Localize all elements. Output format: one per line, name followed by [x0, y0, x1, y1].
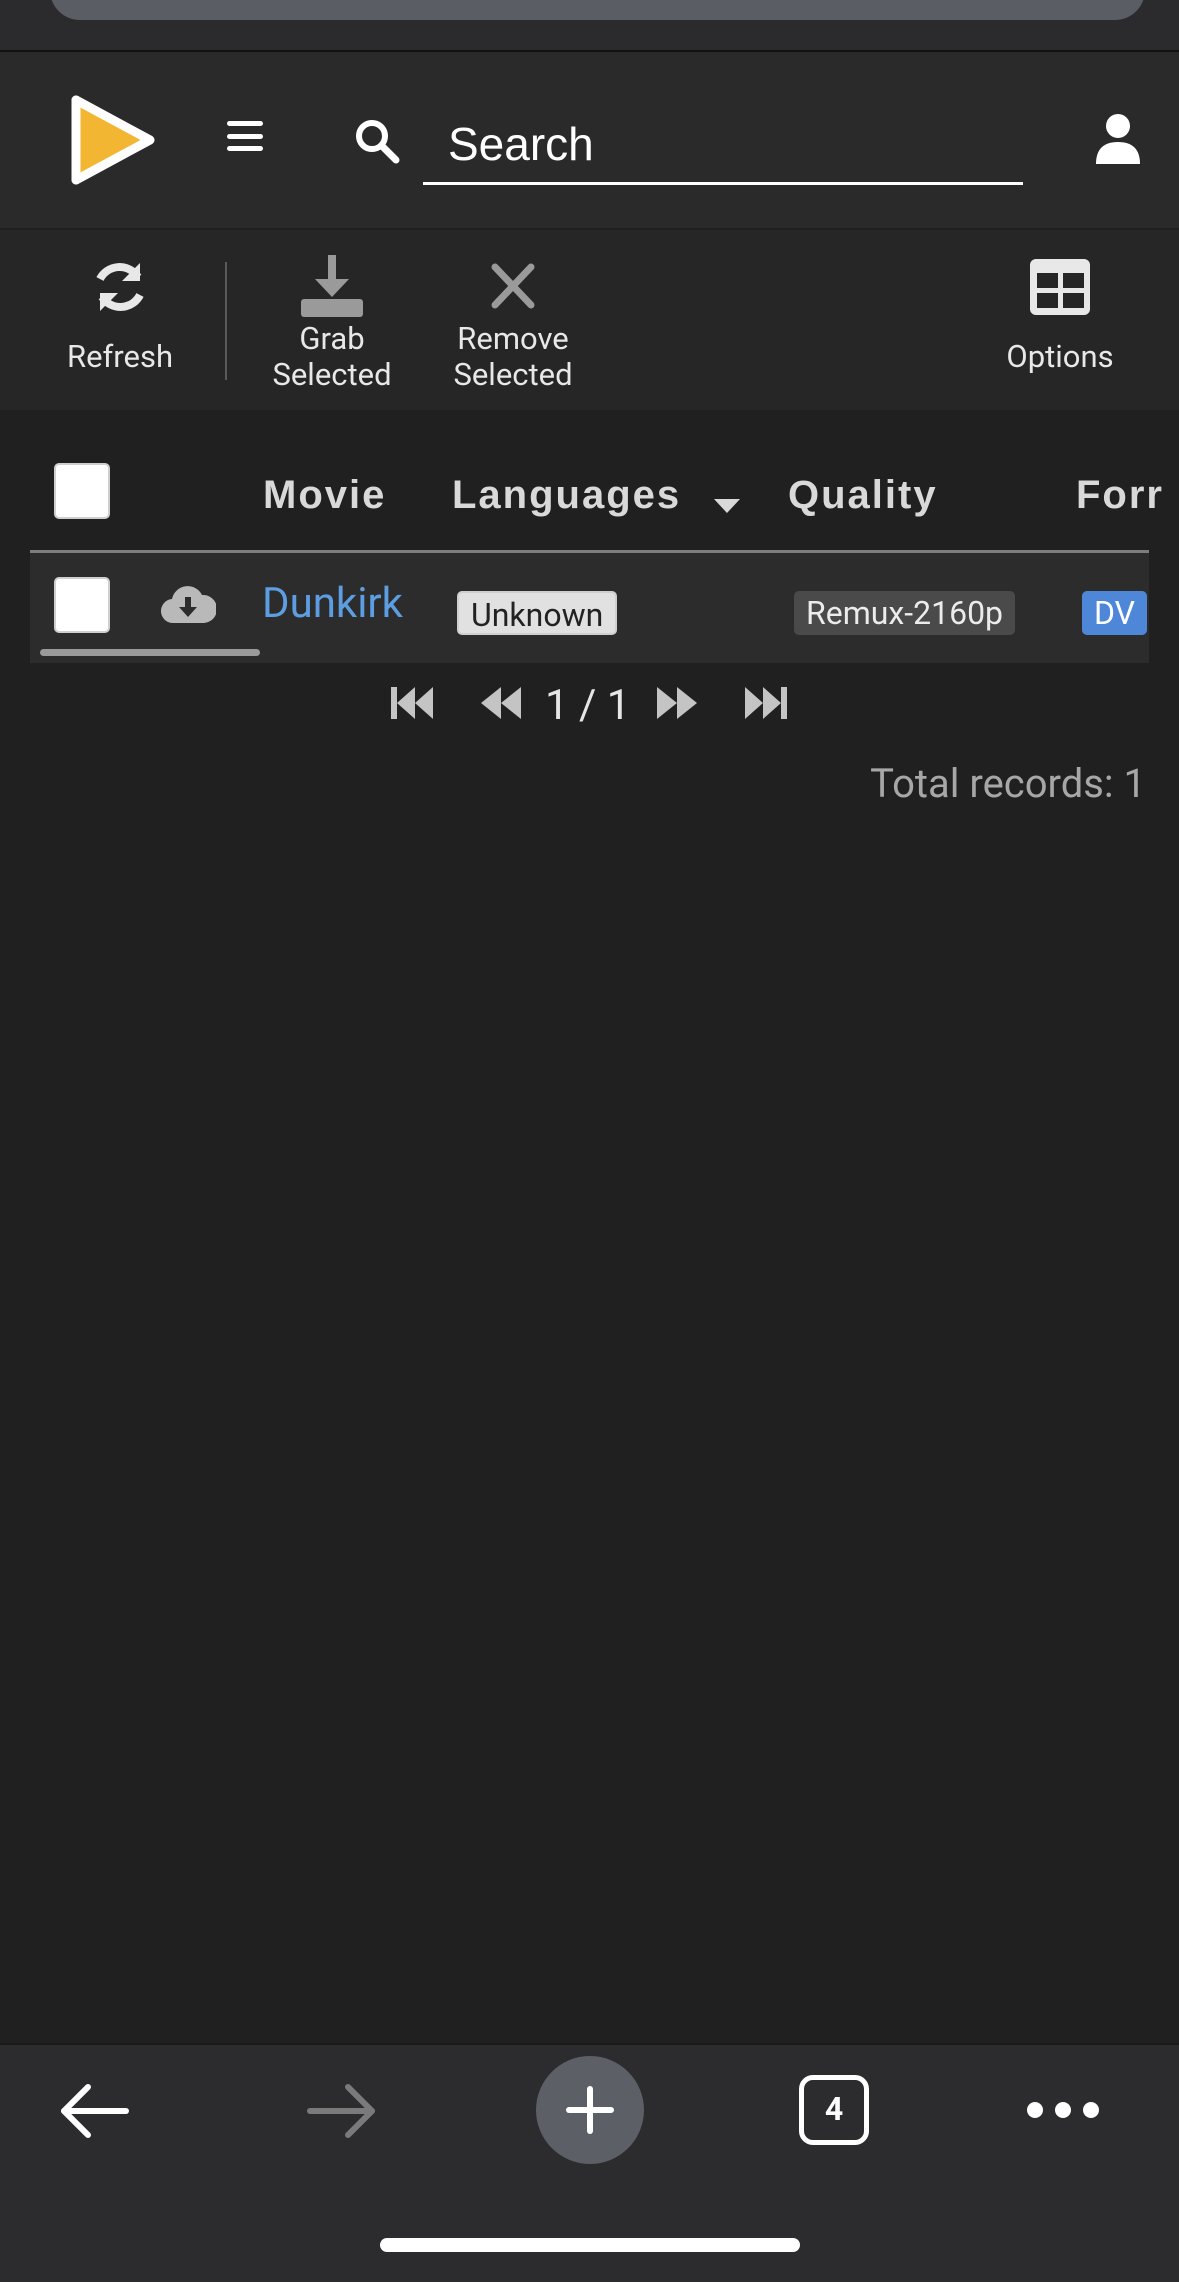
- table-row: Dunkirk Unknown Remux-2160p DV: [30, 553, 1149, 663]
- remove-selected-label-1: Remove: [457, 320, 569, 357]
- forward-arrow-icon[interactable]: [306, 2083, 378, 2139]
- pager: 1 / 1: [385, 675, 795, 735]
- close-icon: [491, 263, 535, 309]
- search-icon: [356, 120, 400, 164]
- column-header-formats[interactable]: Forr: [1076, 473, 1164, 518]
- tabs-icon[interactable]: 4: [799, 2075, 869, 2145]
- search-input[interactable]: [423, 105, 1023, 185]
- remove-selected-label-2: Selected: [453, 356, 573, 393]
- first-page-icon[interactable]: [389, 685, 433, 721]
- options-button[interactable]: Options: [995, 255, 1125, 375]
- refresh-label: Refresh: [66, 338, 174, 375]
- download-icon: [301, 255, 363, 317]
- more-icon[interactable]: [1025, 2098, 1101, 2122]
- page-indicator: 1 / 1: [545, 681, 631, 730]
- url-pill[interactable]: [50, 0, 1145, 20]
- user-icon[interactable]: [1094, 112, 1142, 164]
- refresh-icon: [96, 263, 144, 311]
- remove-selected-button[interactable]: Remove Selected: [438, 255, 588, 393]
- options-label: Options: [1006, 338, 1114, 375]
- horizontal-scrollbar[interactable]: [40, 649, 260, 656]
- next-page-icon[interactable]: [655, 685, 699, 721]
- total-records: Total records: 1: [870, 760, 1146, 807]
- plus-icon: [566, 2086, 614, 2134]
- row-checkbox[interactable]: [54, 577, 110, 633]
- refresh-button[interactable]: Refresh: [55, 255, 185, 375]
- grab-selected-label-2: Selected: [272, 356, 392, 393]
- logo-icon[interactable]: [62, 90, 162, 190]
- back-arrow-icon[interactable]: [58, 2083, 130, 2139]
- format-badge: DV: [1082, 591, 1148, 635]
- cloud-download-icon[interactable]: [160, 583, 216, 627]
- grab-selected-button[interactable]: Grab Selected: [262, 255, 402, 393]
- grab-selected-label-1: Grab: [299, 320, 365, 357]
- prev-page-icon[interactable]: [479, 685, 523, 721]
- toolbar-divider: [225, 262, 227, 380]
- table-header: Movie Languages Quality Forr: [30, 455, 1162, 553]
- movie-title-link[interactable]: Dunkirk: [262, 579, 403, 628]
- sort-caret-icon: [714, 499, 740, 513]
- home-indicator: [380, 2238, 800, 2252]
- quality-badge: Remux-2160p: [794, 591, 1016, 635]
- language-badge: Unknown: [457, 591, 618, 635]
- column-header-movie[interactable]: Movie: [263, 473, 386, 518]
- browser-address-bar: [0, 0, 1179, 52]
- select-all-checkbox[interactable]: [54, 463, 110, 519]
- table-icon: [1030, 259, 1090, 315]
- new-tab-button[interactable]: [536, 2056, 644, 2164]
- last-page-icon[interactable]: [745, 685, 789, 721]
- column-header-quality[interactable]: Quality: [788, 473, 938, 518]
- column-header-languages[interactable]: Languages: [452, 473, 681, 518]
- hamburger-icon[interactable]: [227, 121, 263, 151]
